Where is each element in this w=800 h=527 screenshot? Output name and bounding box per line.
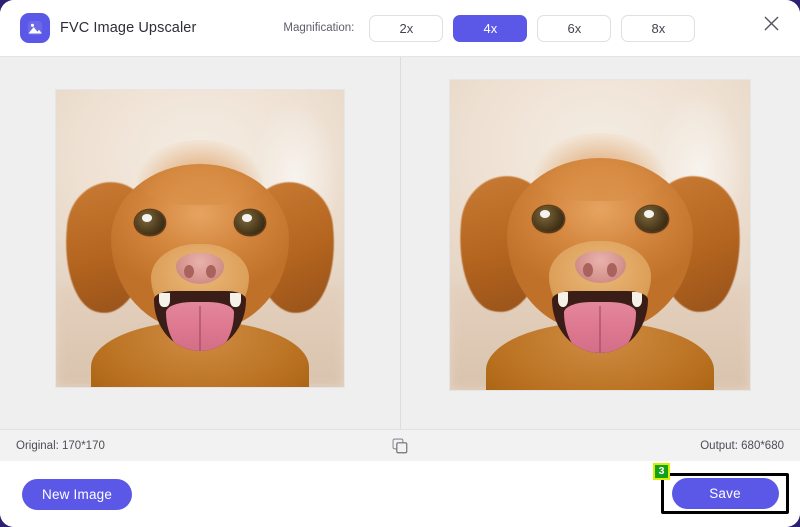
footer-bar: New Image 3 Save <box>0 461 800 527</box>
step-badge: 3 <box>653 463 670 480</box>
original-size-label: Original: 170*170 <box>16 440 105 452</box>
new-image-button[interactable]: New Image <box>22 479 132 510</box>
dog-portrait-photo-upscaled <box>450 80 750 390</box>
magnification-option-8x[interactable]: 8x <box>621 15 695 42</box>
status-bar: Original: 170*170 Output: 680*680 <box>0 429 800 461</box>
save-button-highlight: 3 Save <box>661 473 789 514</box>
upscaled-image-preview[interactable] <box>400 57 800 429</box>
image-photo-icon <box>20 13 50 43</box>
magnification-label: Magnification: <box>283 22 354 34</box>
close-icon[interactable] <box>754 6 788 40</box>
magnification-option-2x[interactable]: 2x <box>369 15 443 42</box>
magnification-option-6x[interactable]: 6x <box>537 15 611 42</box>
brand: FVC Image Upscaler <box>20 13 196 43</box>
title-bar: FVC Image Upscaler Magnification: 2x 4x … <box>0 0 800 57</box>
copy-squares-icon[interactable] <box>390 436 410 456</box>
preview-area <box>0 57 800 429</box>
original-image-preview[interactable] <box>0 57 400 429</box>
fvc-image-upscaler-window: FVC Image Upscaler Magnification: 2x 4x … <box>0 0 800 527</box>
magnification-option-4x[interactable]: 4x <box>453 15 527 42</box>
page-title: FVC Image Upscaler <box>60 20 196 36</box>
magnification-group: Magnification: 2x 4x 6x 8x <box>283 15 695 42</box>
save-button[interactable]: Save <box>672 478 779 509</box>
dog-portrait-photo <box>56 90 344 387</box>
output-size-label: Output: 680*680 <box>700 440 784 452</box>
